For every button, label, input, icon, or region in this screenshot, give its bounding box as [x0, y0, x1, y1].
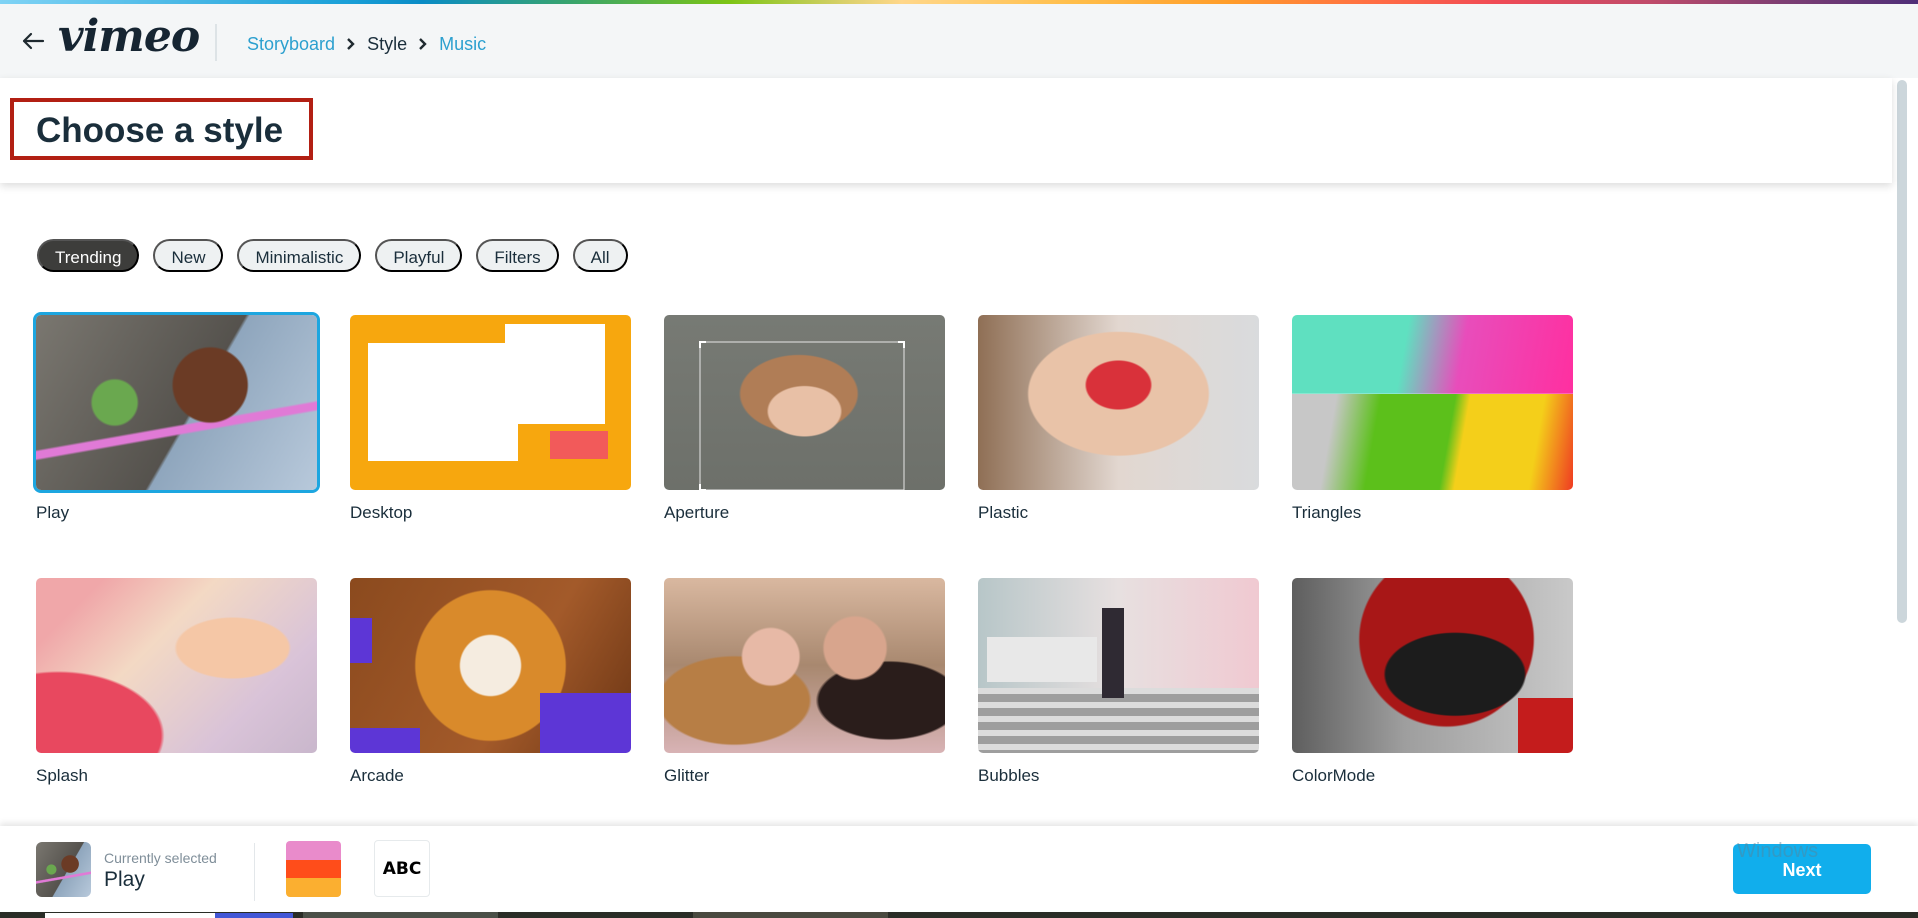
style-thumbnail[interactable] [978, 315, 1259, 490]
title-section: Choose a style [0, 78, 1892, 183]
style-card-colormode[interactable]: ColorMode [1292, 578, 1573, 786]
style-card-play[interactable]: Play [36, 315, 317, 523]
palette-color-2 [286, 859, 341, 879]
selection-footer: Currently selected Play ABC Next Windows [0, 826, 1918, 912]
current-style-thumbnail [36, 842, 91, 897]
current-style-name: Play [104, 868, 145, 891]
style-name: Glitter [664, 766, 710, 785]
style-card-glitter[interactable]: Glitter [664, 578, 945, 786]
vimeo-logo[interactable]: vimeo [58, 14, 200, 60]
style-thumbnail[interactable] [1292, 315, 1573, 490]
color-palette-button[interactable] [286, 841, 341, 897]
top-navbar: vimeo Storyboard Style Music [0, 4, 1918, 78]
page-title: Choose a style [36, 111, 284, 150]
chip-all[interactable]: All [572, 239, 628, 272]
style-thumbnail[interactable] [350, 315, 631, 490]
style-name: Bubbles [978, 766, 1040, 785]
style-card-aperture[interactable]: Aperture [664, 315, 945, 523]
style-card-plastic[interactable]: Plastic [978, 315, 1259, 523]
style-name: Triangles [1292, 503, 1362, 522]
style-name: Aperture [664, 503, 730, 522]
style-name: Plastic [978, 503, 1029, 522]
filter-chips: Trending New Minimalistic Playful Filter… [37, 239, 628, 272]
breadcrumb-style: Style [367, 33, 408, 54]
taskbar-search-box[interactable] [45, 913, 215, 918]
style-thumbnail[interactable] [350, 578, 631, 753]
style-card-bubbles[interactable]: Bubbles [978, 578, 1259, 786]
style-name: ColorMode [1292, 766, 1376, 785]
style-thumbnail[interactable] [978, 578, 1259, 753]
style-name: Splash [36, 766, 88, 785]
style-card-splash[interactable]: Splash [36, 578, 317, 786]
style-thumbnail[interactable] [36, 315, 317, 490]
font-style-button[interactable]: ABC [374, 840, 430, 897]
taskbar-item[interactable] [693, 912, 888, 918]
style-thumbnail[interactable] [36, 578, 317, 753]
scrollbar[interactable] [1894, 78, 1910, 826]
chip-trending[interactable]: Trending [37, 239, 140, 272]
style-card-desktop[interactable]: Desktop [350, 315, 631, 523]
taskbar-item[interactable] [303, 912, 498, 918]
scrollbar-thumb[interactable] [1897, 80, 1907, 623]
breadcrumb-storyboard[interactable]: Storyboard [247, 34, 335, 55]
os-taskbar [0, 912, 1918, 918]
chip-minimalistic[interactable]: Minimalistic [237, 239, 362, 272]
crop-frame-icon [699, 341, 905, 490]
title-highlight-box: Choose a style [10, 98, 313, 160]
current-style-caption: Currently selected [104, 850, 217, 866]
nav-divider [215, 24, 217, 61]
chevron-right-icon [407, 37, 439, 51]
breadcrumb-music[interactable]: Music [439, 34, 486, 55]
back-button[interactable] [18, 26, 48, 56]
chip-filters[interactable]: Filters [476, 239, 559, 272]
style-thumbnail[interactable] [664, 315, 945, 490]
palette-color-1 [286, 841, 341, 860]
style-name: Desktop [350, 503, 413, 522]
footer-divider [254, 843, 255, 901]
chevron-right-icon [335, 37, 367, 51]
taskbar-item[interactable] [215, 913, 293, 918]
palette-color-3 [286, 878, 341, 897]
arrow-left-icon [22, 32, 45, 50]
style-name: Arcade [350, 766, 404, 785]
chip-new[interactable]: New [153, 239, 224, 272]
style-thumbnail[interactable] [664, 578, 945, 753]
style-card-arcade[interactable]: Arcade [350, 578, 631, 786]
chip-playful[interactable]: Playful [375, 239, 463, 272]
style-thumbnail[interactable] [1292, 578, 1573, 753]
breadcrumb: Storyboard Style Music [247, 30, 486, 58]
style-card-triangles[interactable]: Triangles [1292, 315, 1573, 523]
style-name: Play [36, 503, 70, 522]
next-button[interactable]: Next [1733, 844, 1871, 894]
